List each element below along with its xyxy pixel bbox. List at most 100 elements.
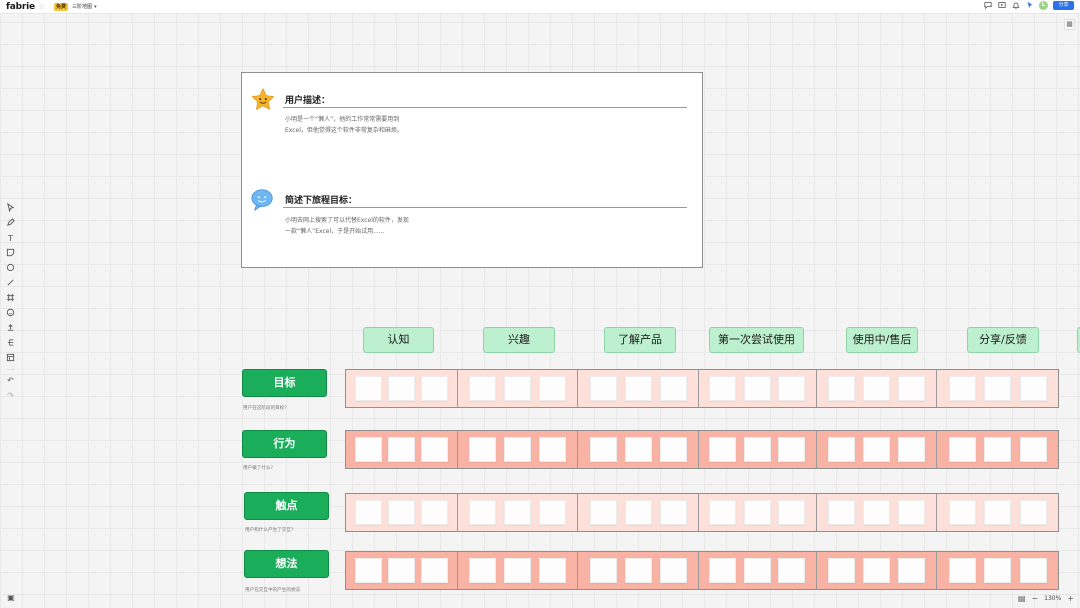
sticky-note[interactable] <box>948 500 976 525</box>
sticky-note[interactable] <box>898 558 926 583</box>
journey-cell[interactable] <box>699 494 817 531</box>
zoom-in-icon[interactable]: + <box>1067 594 1074 603</box>
journey-cell[interactable] <box>699 370 817 407</box>
sticky-note[interactable] <box>659 376 687 401</box>
select-icon[interactable] <box>5 202 16 214</box>
sticky-note[interactable] <box>862 437 890 462</box>
sticky-note[interactable] <box>898 376 926 401</box>
sticky-note[interactable] <box>743 376 771 401</box>
sticky-note[interactable] <box>1019 376 1047 401</box>
sticky-note[interactable] <box>862 558 890 583</box>
sticky-note[interactable] <box>659 558 687 583</box>
sticky-note[interactable] <box>778 500 806 525</box>
sticky-note[interactable] <box>624 376 652 401</box>
sticky-note[interactable] <box>898 437 926 462</box>
document-title[interactable]: 三阶地图 <box>72 3 92 10</box>
journey-cell[interactable] <box>346 370 458 407</box>
sticky-note[interactable] <box>948 437 976 462</box>
present-icon[interactable] <box>997 1 1006 10</box>
line-icon[interactable] <box>5 278 16 289</box>
sticky-note[interactable] <box>1019 500 1047 525</box>
cursor-icon[interactable] <box>1025 1 1034 10</box>
app-logo[interactable]: fabrie <box>6 2 35 12</box>
journey-cell[interactable] <box>578 370 699 407</box>
row-label-thoughts[interactable]: 想法 <box>244 550 329 578</box>
journey-cell[interactable] <box>937 431 1058 468</box>
sticky-note[interactable] <box>659 500 687 525</box>
share-button[interactable]: 分享 <box>1053 1 1074 10</box>
plan-badge[interactable]: 免费 <box>54 2 69 11</box>
zoom-level[interactable]: 130% <box>1044 595 1061 602</box>
sticky-note[interactable] <box>624 500 652 525</box>
sticky-note[interactable] <box>778 558 806 583</box>
sticky-note[interactable] <box>743 500 771 525</box>
mindmap-icon[interactable] <box>5 338 16 349</box>
sticky-note[interactable] <box>589 558 617 583</box>
sticky-note[interactable] <box>778 376 806 401</box>
sticky-note[interactable] <box>420 558 448 583</box>
journey-cell[interactable] <box>346 494 458 531</box>
journey-cell[interactable] <box>816 431 938 468</box>
chevron-down-icon[interactable]: ▾ <box>94 4 97 10</box>
upload-icon[interactable] <box>5 323 16 334</box>
journey-cell[interactable] <box>578 494 699 531</box>
star-icon[interactable]: ☆ <box>38 2 45 11</box>
sticker-icon[interactable] <box>5 308 16 319</box>
sticky-note[interactable] <box>862 500 890 525</box>
bell-icon[interactable] <box>1011 1 1020 10</box>
sticky-note[interactable] <box>420 500 448 525</box>
journey-cell[interactable] <box>457 552 579 589</box>
sticky-note[interactable] <box>354 500 382 525</box>
sticky-note[interactable] <box>354 437 382 462</box>
sticky-note[interactable] <box>984 500 1012 525</box>
avatar[interactable]: L <box>1039 1 1048 10</box>
sticky-note[interactable] <box>420 376 448 401</box>
undo-icon[interactable]: ↶ <box>5 375 16 386</box>
sticky-note[interactable] <box>827 437 855 462</box>
pen-icon[interactable] <box>5 218 16 229</box>
sticky-note[interactable] <box>624 437 652 462</box>
sticky-note[interactable] <box>984 376 1012 401</box>
journey-cell[interactable] <box>457 494 579 531</box>
sticky-note[interactable] <box>624 558 652 583</box>
sticky-note[interactable] <box>984 437 1012 462</box>
sticky-note[interactable] <box>589 500 617 525</box>
comment-icon[interactable] <box>983 1 992 10</box>
sticky-note[interactable] <box>539 500 567 525</box>
journey-cell[interactable] <box>578 431 699 468</box>
sticky-note[interactable] <box>778 437 806 462</box>
sticky-note[interactable] <box>827 558 855 583</box>
intro-card[interactable]: 用户描述： 小明是一个“懒人”，他的工作常常需要用到 Excel，但他觉得这个软… <box>241 72 703 268</box>
journey-cell[interactable] <box>578 552 699 589</box>
sticky-note[interactable] <box>539 437 567 462</box>
sticky-note[interactable] <box>709 376 737 401</box>
sticky-note[interactable] <box>743 558 771 583</box>
sticky-note[interactable] <box>468 437 496 462</box>
sticky-note[interactable] <box>468 500 496 525</box>
sticky-note[interactable] <box>539 558 567 583</box>
journey-cell[interactable] <box>346 431 458 468</box>
grid-view-icon[interactable]: ▦ <box>1064 19 1075 30</box>
sticky-note[interactable] <box>1019 437 1047 462</box>
stage-header-first-try[interactable]: 第一次尝试使用 <box>709 327 804 353</box>
journey-cell[interactable] <box>457 370 579 407</box>
zoom-out-icon[interactable]: − <box>1031 594 1038 603</box>
journey-cell[interactable] <box>699 552 817 589</box>
sticky-note[interactable] <box>387 558 415 583</box>
sticky-note[interactable] <box>539 376 567 401</box>
sticky-note[interactable] <box>827 500 855 525</box>
sticky-note[interactable] <box>948 558 976 583</box>
sticky-note[interactable] <box>504 558 531 583</box>
sticky-note[interactable] <box>420 437 448 462</box>
journey-cell[interactable] <box>937 494 1058 531</box>
sticky-note[interactable] <box>589 437 617 462</box>
journey-cell[interactable] <box>816 370 938 407</box>
journey-cell[interactable] <box>816 494 938 531</box>
sticky-note[interactable] <box>709 437 737 462</box>
sticky-note[interactable] <box>827 376 855 401</box>
sticky-note[interactable] <box>504 376 531 401</box>
journey-cell[interactable] <box>346 552 458 589</box>
sticky-note[interactable] <box>468 558 496 583</box>
sticky-note[interactable] <box>589 376 617 401</box>
stage-header-in-use[interactable]: 使用中/售后 <box>846 327 918 353</box>
